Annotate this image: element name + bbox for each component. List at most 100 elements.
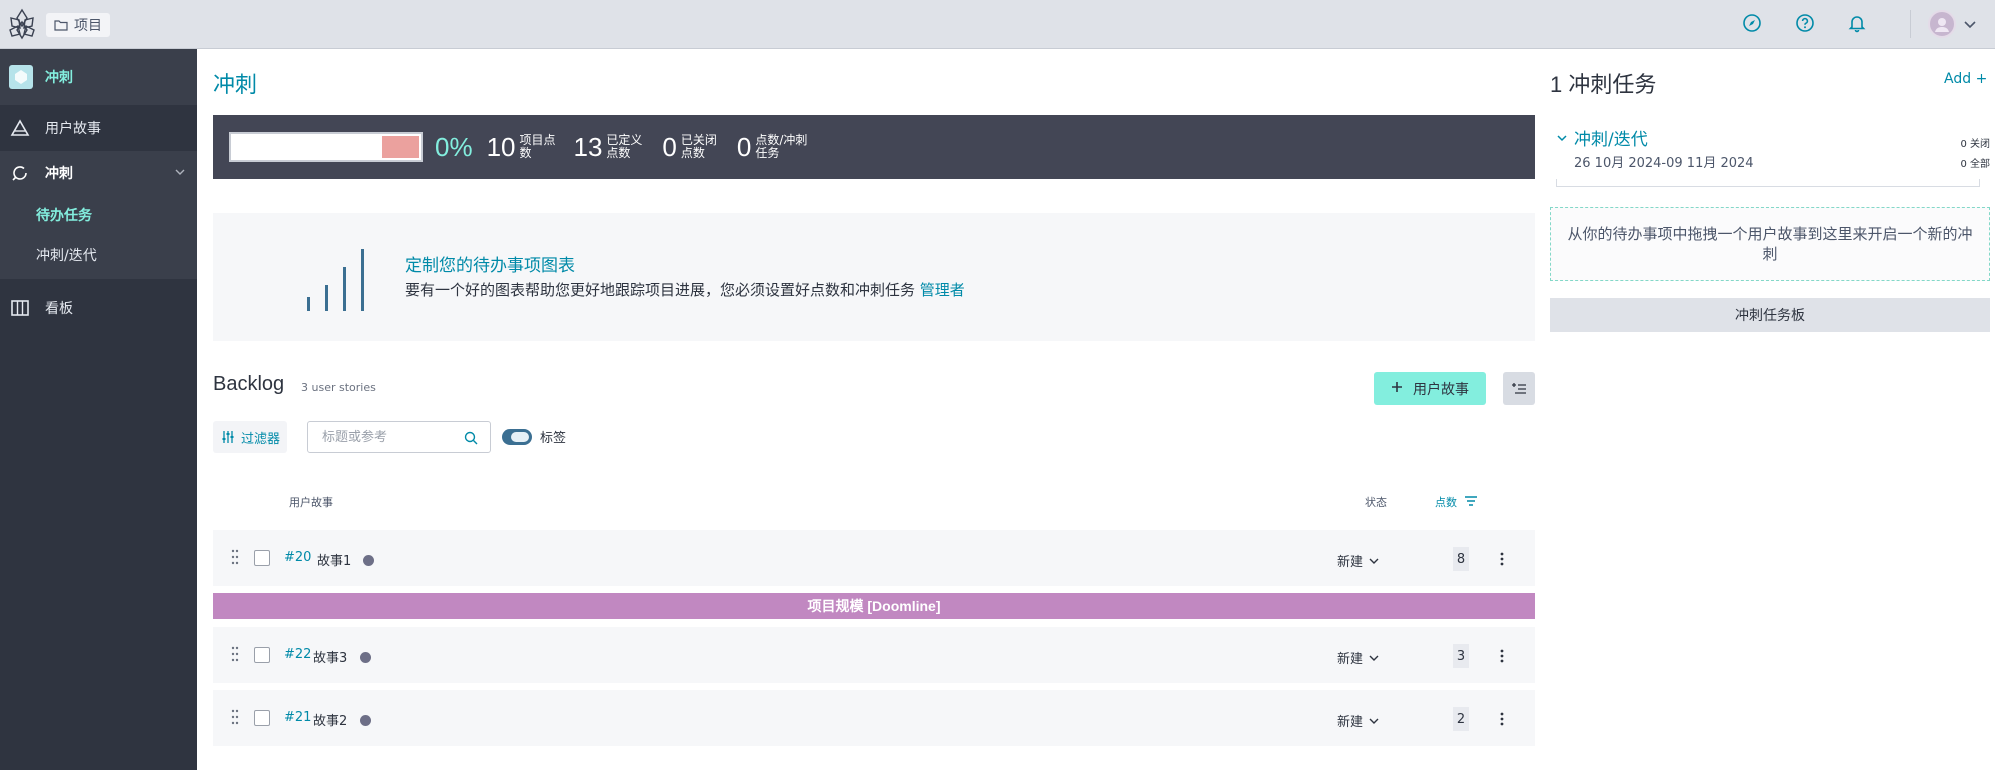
chevron-down-icon	[1369, 718, 1379, 724]
add-list-icon	[1512, 382, 1526, 394]
story-ref[interactable]: #21	[284, 710, 311, 725]
status-dropdown[interactable]: 新建	[1337, 711, 1379, 730]
table-row[interactable]: #21 故事2 新建 2	[213, 690, 1535, 746]
stat-label: 项目点数	[519, 133, 556, 160]
column-header-story: 用户故事	[289, 496, 333, 509]
toggle-knob	[511, 432, 529, 442]
search-icon[interactable]	[464, 431, 478, 445]
column-header-points[interactable]: 点数	[1435, 494, 1457, 510]
tags-toggle[interactable]	[502, 429, 532, 445]
story-points[interactable]: 2	[1453, 707, 1469, 731]
table-row[interactable]: #20 故事1 新建 8	[213, 530, 1535, 586]
add-sprint-button[interactable]: Add +	[1944, 71, 1987, 87]
backlog-count: 3 user stories	[301, 381, 376, 394]
story-subject[interactable]: 故事2	[313, 710, 347, 729]
kanban-icon	[9, 297, 31, 319]
stat-value: 0	[736, 131, 752, 162]
story-points[interactable]: 8	[1453, 547, 1469, 571]
status-dot	[360, 652, 371, 663]
sidebar-subitem-sprints[interactable]: 冲刺/迭代	[36, 245, 97, 265]
chevron-down-icon[interactable]	[1963, 18, 1977, 32]
search-input[interactable]	[322, 422, 462, 452]
more-options-icon[interactable]	[1499, 551, 1505, 567]
story-subject[interactable]: 故事1	[317, 550, 351, 569]
status-dot	[360, 715, 371, 726]
story-points[interactable]: 3	[1453, 644, 1469, 668]
help-icon[interactable]	[1793, 11, 1817, 35]
status-dropdown[interactable]: 新建	[1337, 551, 1379, 570]
row-checkbox[interactable]	[254, 550, 270, 566]
bulk-insert-button[interactable]	[1503, 372, 1535, 405]
breadcrumb[interactable]: 项目	[46, 13, 110, 37]
chevron-down-icon[interactable]	[1556, 132, 1568, 144]
stat-value: 10	[486, 131, 516, 162]
table-row[interactable]: #22 故事3 新建 3	[213, 627, 1535, 683]
plus-icon	[1391, 381, 1403, 397]
sidebar-project-label: 冲刺	[45, 70, 73, 86]
row-checkbox[interactable]	[254, 710, 270, 726]
progress-bar	[229, 132, 423, 162]
sidebar-item-user-stories[interactable]: 用户故事	[0, 105, 197, 151]
chevron-down-icon	[1369, 558, 1379, 564]
add-sprint-label: Add	[1944, 71, 1972, 87]
sprint-progress-bar	[1556, 179, 1980, 187]
tags-toggle-label: 标签	[540, 431, 567, 446]
chart-promo-text: 要有一个好的图表帮助您更好地跟踪项目进展，您必须设置好点数和冲刺任务	[405, 281, 916, 299]
progress-fill	[382, 136, 419, 158]
add-user-story-label: 用户故事	[1413, 381, 1469, 398]
drag-handle-icon[interactable]	[231, 548, 239, 566]
status-dot	[363, 555, 374, 566]
sidebar-item-label: 用户故事	[45, 121, 101, 137]
drag-handle-icon[interactable]	[231, 708, 239, 726]
admin-link[interactable]: 管理者	[920, 281, 965, 299]
stat-closed-points: 0 已关闭点数	[662, 132, 722, 163]
search-box	[307, 421, 491, 453]
sidebar-item-sprint[interactable]: 冲刺	[0, 151, 197, 195]
sprint-total-count: 0 全部	[1960, 159, 1990, 170]
sidebar-submenu: 待办任务 冲刺/迭代	[0, 195, 197, 279]
compass-icon[interactable]	[1740, 11, 1764, 35]
status-dropdown[interactable]: 新建	[1337, 648, 1379, 667]
sprint-icon	[9, 162, 31, 184]
drag-handle-icon[interactable]	[231, 645, 239, 663]
avatar[interactable]	[1928, 10, 1956, 38]
bar-chart-icon	[305, 247, 375, 313]
add-user-story-button[interactable]: 用户故事	[1374, 372, 1486, 405]
status-label: 新建	[1337, 715, 1364, 730]
burndown-chart-promo: 定制您的待办事项图表 要有一个好的图表帮助您更好地跟踪项目进展，您必须设置好点数…	[213, 213, 1535, 341]
stat-label: 已定义点数	[606, 133, 643, 160]
sprint-drop-zone[interactable]: 从你的待办事项中拖拽一个用户故事到这里来开启一个新的冲刺	[1550, 207, 1990, 281]
status-label: 新建	[1337, 555, 1364, 570]
sidebar-subitem-backlog[interactable]: 待办任务	[36, 205, 92, 225]
page-title: 冲刺	[213, 72, 258, 97]
more-options-icon[interactable]	[1499, 648, 1505, 664]
main-content: 冲刺 0% 10 项目点数 13 已定义点数 0 已关闭点数 0 点数/冲刺任务	[197, 49, 1536, 770]
stat-points-per-sprint: 0 点数/冲刺任务	[737, 132, 815, 163]
bell-icon[interactable]	[1845, 11, 1869, 35]
stat-label: 已关闭点数	[680, 133, 717, 160]
sidebar-project-header[interactable]: 冲刺	[0, 49, 197, 105]
backlog-title: Backlog	[213, 373, 285, 395]
filter-label: 过滤器	[241, 431, 281, 447]
progress-percent: 0%	[435, 131, 473, 162]
story-ref[interactable]: #22	[284, 647, 311, 662]
sidebar-item-label: 看板	[45, 301, 73, 317]
story-subject[interactable]: 故事3	[313, 647, 347, 666]
sprint-closed-count: 0 关闭	[1960, 139, 1990, 150]
doomline-separator: 项目规模 [Doomline]	[213, 593, 1535, 619]
filter-button[interactable]: 过滤器	[213, 421, 287, 453]
top-bar: 项目	[0, 0, 1995, 49]
project-logo-icon	[9, 65, 33, 89]
more-options-icon[interactable]	[1499, 711, 1505, 727]
breadcrumb-project: 项目	[74, 18, 102, 34]
taskboard-button[interactable]: 冲刺任务板	[1550, 298, 1990, 332]
row-checkbox[interactable]	[254, 647, 270, 663]
sidebar-item-kanban[interactable]: 看板	[0, 285, 197, 331]
sort-icon[interactable]	[1464, 495, 1478, 507]
chevron-down-icon[interactable]	[173, 165, 187, 179]
sprint-name-link[interactable]: 冲刺/迭代	[1574, 125, 1648, 150]
status-label: 新建	[1337, 652, 1364, 667]
story-ref[interactable]: #20	[284, 550, 311, 565]
stat-value: 13	[573, 131, 603, 162]
taiga-logo-icon[interactable]	[6, 6, 38, 42]
